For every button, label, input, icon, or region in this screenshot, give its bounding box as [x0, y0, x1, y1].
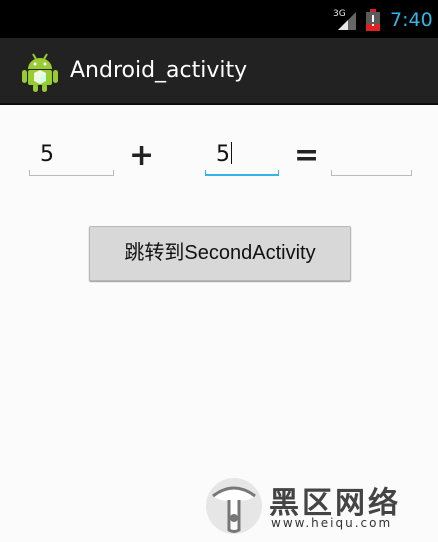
result-input[interactable] [331, 136, 412, 176]
jump-to-second-activity-button[interactable]: 跳转到SecondActivity [89, 226, 351, 281]
watermark-logo-icon [206, 478, 262, 534]
equals-operator: = [294, 138, 320, 173]
operand-b-text: 5 [216, 142, 232, 167]
text-cursor [231, 142, 232, 164]
operand-a-underline [29, 170, 114, 176]
plus-operator: + [129, 138, 155, 173]
action-bar: Android_activity [0, 38, 438, 105]
operand-b-underline [205, 170, 279, 176]
clock: 7:40 [390, 9, 433, 31]
android-icon [22, 53, 58, 92]
operand-b-input[interactable]: 5 [205, 136, 279, 176]
signal-icon [338, 12, 356, 30]
app-title: Android_activity [70, 58, 248, 83]
operand-b-value: 5 [216, 142, 230, 167]
watermark: 黑区网络 www.heiqu.com [205, 476, 431, 536]
result-underline [331, 170, 412, 176]
operand-a-input[interactable]: 5 [29, 136, 114, 176]
battery-icon [366, 9, 380, 31]
watermark-url: www.heiqu.com [271, 516, 393, 530]
operand-a-value: 5 [40, 142, 54, 167]
status-bar: 3G 7:40 [0, 0, 438, 38]
